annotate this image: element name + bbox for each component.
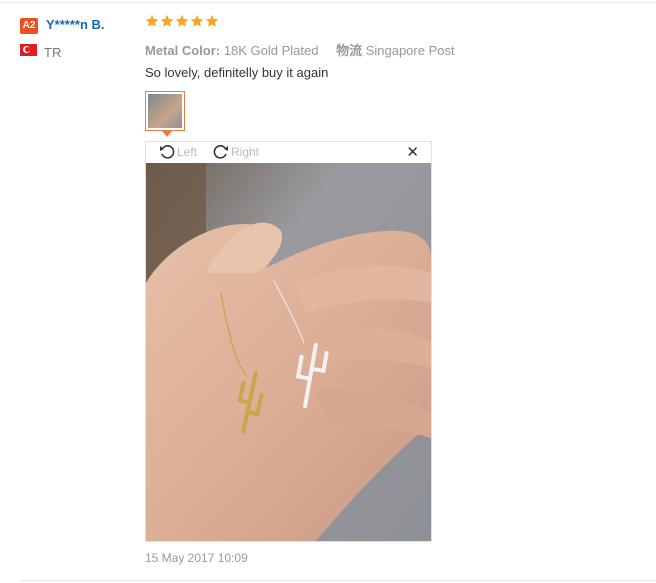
star-icon — [160, 14, 174, 27]
turkey-flag-icon — [20, 44, 37, 56]
rotate-left-button[interactable]: Left — [158, 143, 197, 161]
star-icon — [145, 14, 159, 27]
photo-viewer: Left Right ✕ — [145, 141, 432, 542]
thumbnail-pointer — [162, 131, 172, 137]
star-icon — [175, 14, 189, 27]
review-photo — [146, 163, 431, 541]
buyer-level-badge: A2 — [20, 18, 38, 34]
color-value: 18K Gold Plated — [223, 43, 319, 58]
review-photo-thumbnail[interactable] — [145, 91, 185, 131]
star-rating — [145, 14, 219, 34]
star-icon — [190, 14, 204, 27]
top-divider — [0, 2, 656, 3]
reviewer-name[interactable]: Y*****n B. — [46, 17, 105, 32]
product-attributes: Metal Color: 18K Gold Plated 物流 Singapor… — [145, 40, 455, 59]
star-icon — [205, 14, 219, 27]
country-code: TR — [44, 45, 62, 60]
rotate-left-label: Left — [177, 145, 198, 159]
review-text: So lovely, definitelly buy it again — [145, 65, 329, 80]
color-label: Metal Color: — [145, 43, 221, 58]
rotate-right-button[interactable]: Right — [212, 143, 259, 161]
rotate-left-icon — [160, 145, 175, 159]
shipping-value: Singapore Post — [365, 43, 455, 58]
bottom-divider — [20, 580, 656, 581]
shipping-label: 物流 — [336, 43, 363, 58]
close-icon[interactable]: ✕ — [406, 143, 419, 161]
viewer-toolbar: Left Right ✕ — [146, 142, 431, 162]
rotate-right-icon — [213, 145, 228, 159]
rotate-right-label: Right — [231, 145, 260, 159]
review-date: 15 May 2017 10:09 — [145, 551, 248, 565]
